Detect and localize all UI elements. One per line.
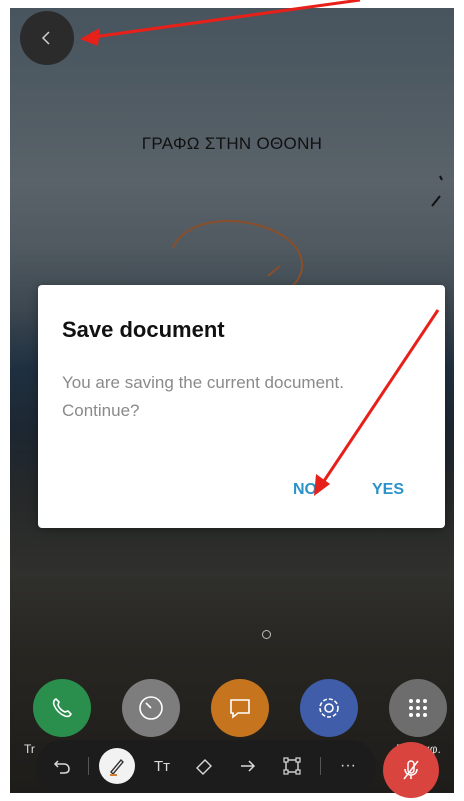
pen-toolbar: Tт ··· (36, 740, 376, 792)
mic-off-icon (403, 760, 419, 780)
text-tool-button[interactable]: Tт (144, 740, 180, 792)
phone-app-button[interactable] (33, 679, 91, 737)
clock-app-button[interactable] (122, 679, 180, 737)
phone-icon (52, 698, 72, 718)
pen-tool-button[interactable] (98, 740, 136, 792)
crop-tool-button[interactable] (274, 740, 310, 792)
yes-button[interactable]: YES (372, 481, 404, 499)
eraser-icon (196, 759, 212, 775)
settings-app-button[interactable] (300, 679, 358, 737)
more-options-button[interactable]: ··· (330, 740, 366, 792)
dialog-message: You are saving the current document. Con… (62, 373, 344, 420)
clock-icon (139, 696, 163, 720)
toolbar-separator (88, 757, 89, 775)
eraser-tool-button[interactable] (186, 740, 222, 792)
toolbar-separator (320, 757, 321, 775)
undo-icon (53, 760, 70, 774)
settings-icon (319, 698, 339, 718)
dialog-title: Save document (62, 317, 225, 342)
mic-off-button[interactable] (383, 742, 439, 798)
message-icon (230, 699, 250, 719)
page-indicator-dot (262, 630, 271, 639)
arrow-icon (241, 760, 256, 772)
back-button[interactable] (20, 11, 74, 65)
chevron-left-icon (41, 31, 50, 45)
apps-button[interactable] (389, 679, 447, 737)
arrow-tool-button[interactable] (230, 740, 266, 792)
apps-grid-icon (409, 699, 427, 717)
no-button[interactable]: NO (293, 481, 317, 499)
crop-icon (283, 757, 301, 775)
pen-icon (110, 758, 124, 776)
save-document-dialog: Save document You are saving the current… (38, 285, 445, 528)
app-label-left: Tr (24, 742, 35, 756)
undo-button[interactable] (44, 740, 80, 792)
messages-app-button[interactable] (211, 679, 269, 737)
